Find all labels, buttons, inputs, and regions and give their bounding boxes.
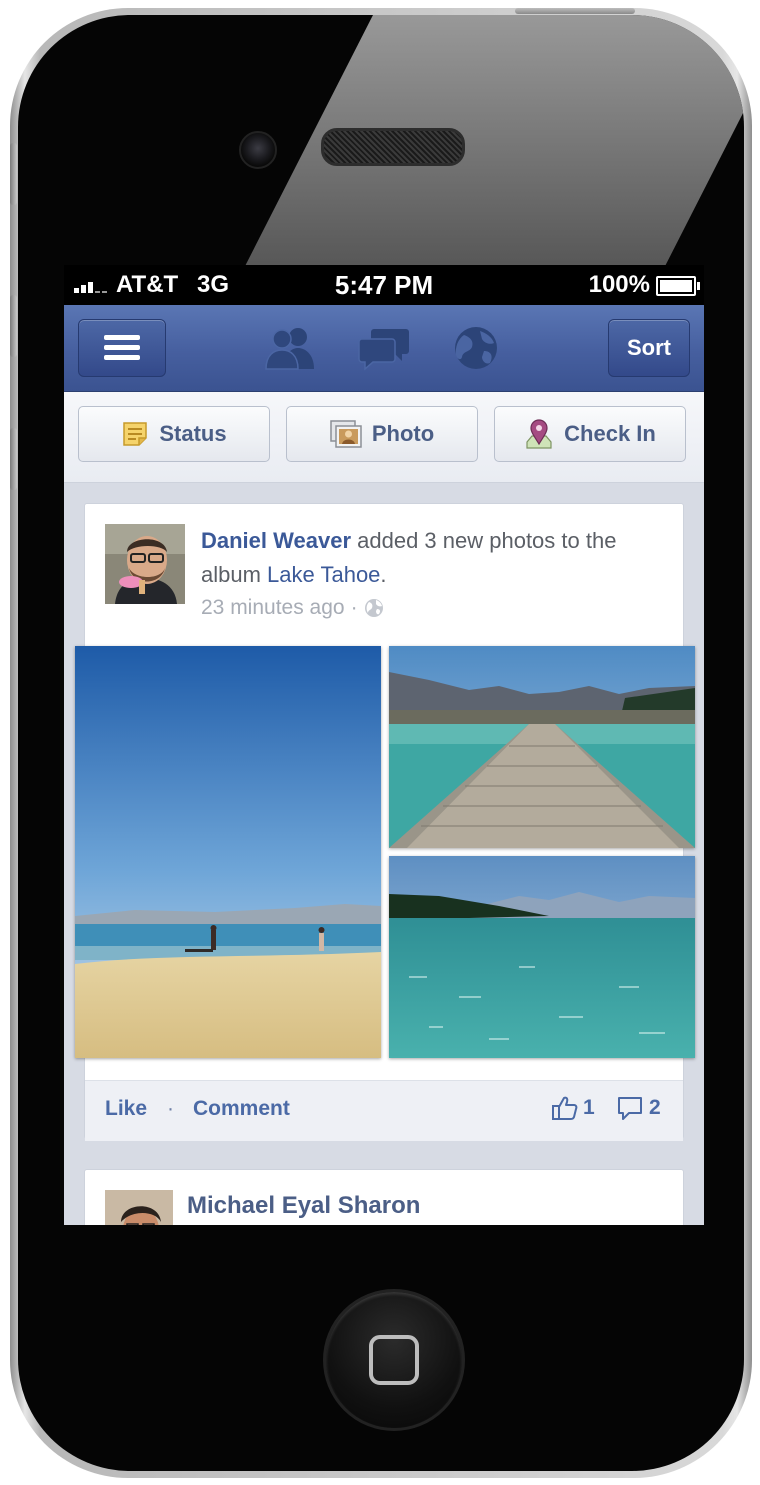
publisher-bar: Status Photo Check In: [64, 392, 704, 483]
news-feed: Daniel Weaver added 3 new photos to the …: [64, 483, 704, 1225]
front-camera: [239, 131, 277, 169]
story-actor-link[interactable]: Daniel Weaver: [201, 528, 351, 553]
feed-story: Daniel Weaver added 3 new photos to the …: [75, 503, 695, 1141]
home-button[interactable]: [323, 1289, 465, 1431]
meta-separator: ·: [350, 596, 358, 619]
notifications-globe-icon[interactable]: [450, 325, 502, 371]
messages-icon[interactable]: [358, 325, 410, 371]
story-meta: 23 minutes ago ·: [201, 596, 384, 620]
album-link[interactable]: Lake Tahoe: [267, 562, 380, 587]
avatar[interactable]: [105, 524, 185, 604]
like-button[interactable]: Like: [105, 1097, 147, 1121]
globe-icon: [364, 599, 383, 617]
photo-icon: [330, 420, 362, 448]
story-actor-link[interactable]: Michael Eyal Sharon: [187, 1192, 420, 1220]
story-text: Daniel Weaver added 3 new photos to the …: [201, 524, 671, 592]
album-photo-pier[interactable]: [389, 646, 695, 848]
check-in-button[interactable]: Check In: [494, 406, 686, 462]
story-end-punctuation: .: [380, 562, 387, 587]
photo-button[interactable]: Photo: [286, 406, 478, 462]
comment-bubble-icon: [618, 1097, 642, 1120]
power-button: [515, 8, 635, 14]
battery-icon: [656, 276, 700, 296]
status-button-label: Status: [159, 421, 227, 446]
feed-story: Michael Eyal Sharon: [84, 1169, 684, 1225]
avatar[interactable]: [105, 1190, 173, 1225]
status-button[interactable]: Status: [78, 406, 270, 462]
comment-count[interactable]: 2: [617, 1095, 661, 1121]
like-count[interactable]: 1: [551, 1095, 595, 1121]
sort-button[interactable]: Sort: [608, 319, 690, 377]
earpiece-speaker: [321, 128, 465, 166]
volume-up-button: [10, 295, 17, 357]
mute-switch: [10, 143, 17, 205]
status-note-icon: [123, 422, 148, 446]
story-actions-bar: Like · Comment 1 2: [85, 1080, 683, 1141]
like-count-value: 1: [583, 1096, 595, 1119]
top-nav-bar: Sort: [64, 305, 704, 392]
battery-percent: 100%: [588, 271, 650, 298]
album-photo-beach[interactable]: [75, 646, 381, 1058]
thumbs-up-icon: [552, 1096, 578, 1120]
actions-separator: ·: [167, 1097, 174, 1120]
glass-reflection: [240, 15, 744, 275]
friends-icon[interactable]: [264, 325, 316, 371]
album-photo-lake[interactable]: [389, 856, 695, 1058]
comment-count-value: 2: [649, 1096, 661, 1119]
home-button-square-icon: [369, 1335, 419, 1385]
menu-button[interactable]: [78, 319, 166, 377]
volume-down-button: [10, 428, 17, 490]
app-screen: AT&T 3G 5:47 PM 100% Sort Status Photo C…: [64, 265, 704, 1225]
status-bar: AT&T 3G 5:47 PM 100%: [64, 265, 704, 305]
comment-button[interactable]: Comment: [193, 1097, 290, 1121]
photo-button-label: Photo: [371, 421, 435, 446]
check-in-pin-icon: [526, 419, 552, 449]
check-in-button-label: Check In: [564, 421, 656, 446]
story-timestamp[interactable]: 23 minutes ago: [201, 596, 345, 620]
